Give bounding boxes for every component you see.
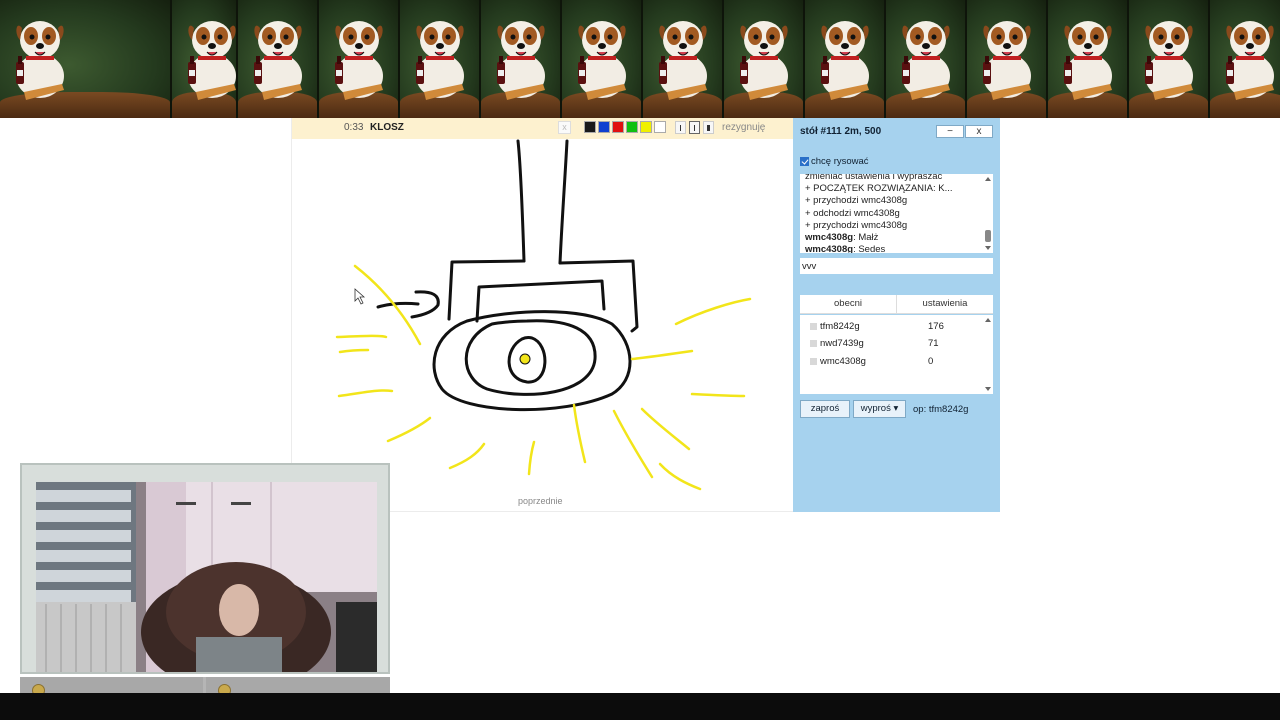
drawing-toolbar: 0:33 KLOSZ x rezygnuję xyxy=(292,118,794,139)
tab-present[interactable]: obecni xyxy=(800,295,897,313)
player-status-icon xyxy=(810,323,817,330)
chat-line: wmc4308g: Małż xyxy=(805,231,879,243)
panel-tabs: obecni ustawienia xyxy=(800,295,993,314)
banner-dog-tile xyxy=(886,0,967,118)
secret-word: KLOSZ xyxy=(370,122,404,133)
banner-dog-tile xyxy=(724,0,805,118)
operator-label: op: tfm8242g xyxy=(913,404,969,415)
player-status-icon xyxy=(810,358,817,365)
minimize-button[interactable]: − xyxy=(936,125,964,138)
player-name: nwd7439g xyxy=(820,338,864,349)
color-swatch-white[interactable] xyxy=(654,121,666,133)
chat-log: zmieniać ustawienia i wypraszać + POCZĄT… xyxy=(800,174,993,253)
banner-dog-tile xyxy=(481,0,562,118)
kick-dropdown[interactable]: wyproś ▾ xyxy=(853,400,906,418)
chat-line: + przychodzi wmc4308g xyxy=(805,219,908,231)
player-score: 176 xyxy=(928,321,944,332)
chat-line: wmc4308g: Sedes xyxy=(805,244,886,253)
banner-dog-tile xyxy=(1129,0,1210,118)
player-score: 71 xyxy=(928,338,939,349)
chat-input[interactable] xyxy=(800,258,993,274)
table-panel: stół #111 2m, 500 − x chcę rysować zmien… xyxy=(793,118,1000,512)
top-banner xyxy=(0,0,1280,118)
chat-line: zmieniać ustawienia i wypraszać xyxy=(805,174,943,182)
give-up-button[interactable]: rezygnuję xyxy=(722,122,765,133)
color-swatch-blue[interactable] xyxy=(598,121,610,133)
scroll-up-icon[interactable] xyxy=(985,177,991,181)
players-scrollbar[interactable] xyxy=(984,315,992,394)
player-name: wmc4308g xyxy=(820,356,866,367)
checkbox-checked-icon[interactable] xyxy=(800,157,809,166)
bottom-strip xyxy=(0,693,1280,720)
app-stage: 0:33 KLOSZ x rezygnuję poprzednie stół #… xyxy=(0,0,1280,720)
brush-size-large[interactable] xyxy=(703,121,714,134)
scroll-down-icon[interactable] xyxy=(985,246,991,250)
banner-dog-tile xyxy=(319,0,400,118)
round-timer: 0:33 xyxy=(344,122,364,133)
banner-dog-tile xyxy=(562,0,643,118)
chat-line: + przychodzi wmc4308g xyxy=(805,195,908,207)
banner-dog-tile xyxy=(643,0,724,118)
player-status-icon xyxy=(810,340,817,347)
brush-size-medium[interactable] xyxy=(689,121,700,134)
scroll-thumb[interactable] xyxy=(985,230,991,242)
banner-dog-tile xyxy=(1048,0,1129,118)
chat-line: + odchodzi wmc4308g xyxy=(805,207,900,219)
player-row[interactable]: wmc4308g 0 xyxy=(800,355,980,369)
webcam-video xyxy=(36,482,377,672)
banner-dog-tile xyxy=(238,0,319,118)
player-row[interactable]: tfm8242g 176 xyxy=(800,320,980,334)
color-swatch-red[interactable] xyxy=(612,121,624,133)
invite-button[interactable]: zaproś xyxy=(800,400,850,418)
webcam-frame xyxy=(20,463,390,674)
clear-canvas-button[interactable]: x xyxy=(558,121,571,134)
brush-size-small[interactable] xyxy=(675,121,686,134)
banner-dog-tile xyxy=(172,0,238,118)
banner-dog-tile xyxy=(967,0,1048,118)
want-draw-label: chcę rysować xyxy=(811,156,869,167)
banner-dog-tile xyxy=(1210,0,1280,118)
drawing-canvas[interactable] xyxy=(292,139,794,494)
scroll-up-icon[interactable] xyxy=(985,318,991,322)
chat-scrollbar[interactable] xyxy=(984,174,992,253)
banner-dog-tile xyxy=(400,0,481,118)
drawing-area: 0:33 KLOSZ x rezygnuję poprzednie xyxy=(291,118,794,512)
player-list: tfm8242g 176 nwd7439g 71 wmc4308g 0 xyxy=(800,315,993,394)
player-row[interactable]: nwd7439g 71 xyxy=(800,337,980,351)
color-swatch-black[interactable] xyxy=(584,121,596,133)
player-score: 0 xyxy=(928,356,934,367)
previous-drawing-link[interactable]: poprzednie xyxy=(518,496,563,506)
banner-dog-tile xyxy=(805,0,886,118)
table-title: stół #111 2m, 500 xyxy=(800,126,882,137)
color-swatch-yellow[interactable] xyxy=(640,121,652,133)
chat-line: + POCZĄTEK ROZWIĄZANIA: K... xyxy=(805,183,953,195)
close-button[interactable]: x xyxy=(965,125,993,138)
player-name: tfm8242g xyxy=(820,321,860,332)
banner-dog-tile xyxy=(0,0,172,118)
want-draw-checkbox[interactable]: chcę rysować xyxy=(800,156,869,167)
scroll-down-icon[interactable] xyxy=(985,387,991,391)
color-swatch-green[interactable] xyxy=(626,121,638,133)
tab-settings[interactable]: ustawienia xyxy=(897,295,993,313)
